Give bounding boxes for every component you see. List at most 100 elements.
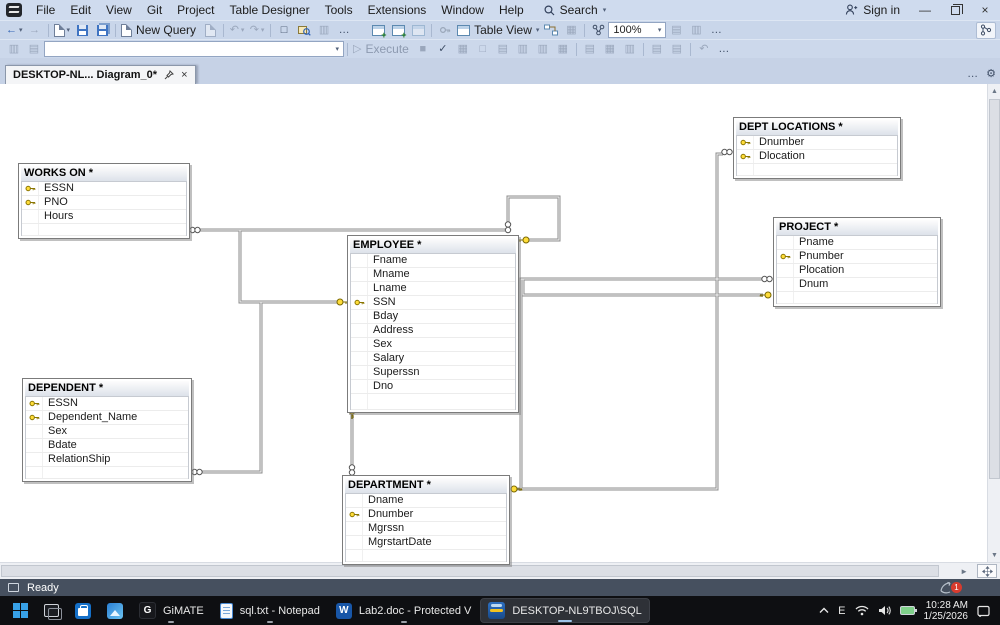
table-row[interactable]: Address [351, 324, 515, 338]
live-stats-button[interactable]: ▥ [533, 41, 553, 58]
chevron-down-icon[interactable]: ▾ [19, 26, 23, 34]
table-row[interactable]: MgrstartDate [346, 536, 506, 550]
table-row[interactable]: RelationShip [26, 453, 188, 467]
language-indicator[interactable]: E [838, 605, 845, 617]
table-header[interactable]: DEPT LOCATIONS * [736, 120, 898, 135]
table-row[interactable]: Hours [22, 210, 186, 224]
database-select[interactable]: ▾ [44, 41, 344, 57]
execute-button[interactable]: ▷ Execute [351, 41, 413, 58]
results-to-grid-button[interactable]: ▤ [580, 41, 600, 58]
pan-diagram-button[interactable] [977, 564, 997, 578]
table-row[interactable]: Mgrssn [346, 522, 506, 536]
taskbar-app-word[interactable]: W Lab2.doc - Protected V [329, 598, 479, 623]
hidden-icons-chevron[interactable] [819, 607, 829, 614]
tab-diagram[interactable]: DESKTOP-NL... Diagram_0* × [5, 65, 196, 84]
search-control[interactable]: Search ▾ [544, 3, 606, 17]
add-relationship-button[interactable] [541, 22, 561, 39]
volume-icon[interactable] [878, 605, 891, 616]
table-row[interactable]: Fname [351, 254, 515, 268]
showplan-button[interactable]: ▥ [513, 41, 533, 58]
sign-in-button[interactable]: Sign in [835, 3, 910, 17]
feedback-icon[interactable] [8, 583, 19, 592]
vertical-scroll-thumb[interactable] [989, 99, 1000, 479]
set-primary-key-button[interactable] [435, 22, 455, 39]
table-header[interactable]: EMPLOYEE * [350, 238, 516, 253]
navigate-back-button[interactable]: ← ▾ [4, 22, 25, 39]
taskbar-app-notepad[interactable]: sql.txt - Notepad [213, 598, 327, 623]
toolbar-overflow-button[interactable]: … [334, 22, 354, 39]
photos-button[interactable] [100, 598, 130, 623]
diagram-table-project[interactable]: PROJECT * Pname Pnumber Plocation Dnum [773, 217, 941, 307]
new-file-button[interactable]: ▾ [52, 22, 73, 39]
table-row[interactable]: Dno [351, 380, 515, 394]
scroll-up-icon[interactable]: ▲ [988, 84, 1000, 98]
table-row[interactable]: Dnumber [346, 508, 506, 522]
empty-row[interactable] [737, 164, 897, 176]
close-button[interactable]: × [970, 0, 1000, 20]
change-type-button[interactable]: ▥ [4, 41, 24, 58]
empty-row[interactable] [26, 467, 188, 479]
selection-grid-button[interactable]: ▦ [453, 41, 473, 58]
table-row[interactable]: Bday [351, 310, 515, 324]
minimize-button[interactable]: — [910, 0, 940, 20]
save-results-button[interactable]: ▤ [493, 41, 513, 58]
diagram-canvas[interactable]: WORKS ON * ESSN PNO Hours DEPT LOCATIONS… [0, 84, 1000, 565]
results-to-file-button[interactable]: ▦ [600, 41, 620, 58]
table-row[interactable]: Dlocation [737, 150, 897, 164]
tray-clock[interactable]: 10:28 AM 1/25/2026 [924, 600, 969, 622]
empty-row[interactable] [777, 292, 937, 304]
indent-increase-button[interactable]: ▤ [667, 41, 687, 58]
delete-table-button[interactable] [408, 22, 428, 39]
diagram-table-employee[interactable]: EMPLOYEE * Fname Mname Lname SSN Bday Ad… [347, 235, 519, 413]
navigate-forward-button[interactable]: → [25, 22, 45, 39]
battery-icon[interactable] [899, 606, 917, 615]
table-header[interactable]: PROJECT * [776, 220, 938, 235]
table-row[interactable]: Superssn [351, 366, 515, 380]
save-button[interactable] [72, 22, 92, 39]
page-breaks-button[interactable]: ▤ [666, 22, 686, 39]
scroll-down-icon[interactable]: ▼ [988, 548, 1000, 562]
quote-button[interactable]: ↶ [694, 41, 714, 58]
empty-row[interactable] [346, 550, 506, 562]
diagram-table-works-on[interactable]: WORKS ON * ESSN PNO Hours [18, 163, 190, 239]
full-screen-button[interactable]: □ [274, 22, 294, 39]
table-row[interactable]: Bdate [26, 439, 188, 453]
table-row[interactable]: ESSN [26, 397, 188, 411]
restore-button[interactable] [940, 0, 970, 20]
zoom-select[interactable]: 100% ▾ [608, 22, 667, 38]
table-row[interactable]: Lname [351, 282, 515, 296]
table-row[interactable]: Salary [351, 352, 515, 366]
new-query-button[interactable]: New Query [119, 22, 200, 39]
gear-icon[interactable]: ⚙ [986, 67, 996, 80]
recalc-page-breaks-button[interactable]: ▥ [686, 22, 706, 39]
tab-close-icon[interactable]: × [181, 69, 187, 81]
table-row[interactable]: Dependent_Name [26, 411, 188, 425]
taskbar-app-ssms[interactable]: DESKTOP-NL9TBOJ\SQL [480, 598, 650, 623]
menu-git[interactable]: Git [140, 2, 169, 18]
menu-window[interactable]: Window [434, 2, 491, 18]
pin-icon[interactable] [164, 70, 175, 80]
add-table-button[interactable] [388, 22, 408, 40]
table-row[interactable]: Dnum [777, 278, 937, 292]
table-row[interactable]: PNO [22, 196, 186, 210]
menu-tools[interactable]: Tools [318, 2, 360, 18]
wifi-icon[interactable] [855, 605, 869, 616]
new-table-button[interactable] [368, 22, 388, 40]
table-row[interactable]: Pname [777, 236, 937, 250]
save-all-button[interactable] [92, 22, 112, 39]
diagram-table-dept-locations[interactable]: DEPT LOCATIONS * Dnumber Dlocation [733, 117, 901, 179]
parse-button[interactable]: ✓ [433, 41, 453, 58]
diagram-table-dependent[interactable]: DEPENDENT * ESSN Dependent_Name Sex Bdat… [22, 378, 192, 482]
new-notebook-button[interactable] [200, 22, 220, 39]
empty-row[interactable] [351, 394, 515, 410]
vertical-scrollbar[interactable]: ▲ ▼ [987, 84, 1000, 562]
menu-edit[interactable]: Edit [63, 2, 98, 18]
results-grid-button[interactable]: □ [473, 41, 493, 58]
menu-view[interactable]: View [99, 2, 139, 18]
table-header[interactable]: DEPENDENT * [25, 381, 189, 396]
redo-button[interactable]: ↷ ▾ [247, 22, 267, 39]
table-row[interactable]: ESSN [22, 182, 186, 196]
table-header[interactable]: DEPARTMENT * [345, 478, 507, 493]
menu-file[interactable]: File [29, 2, 62, 18]
find-in-files-button[interactable] [294, 22, 314, 39]
